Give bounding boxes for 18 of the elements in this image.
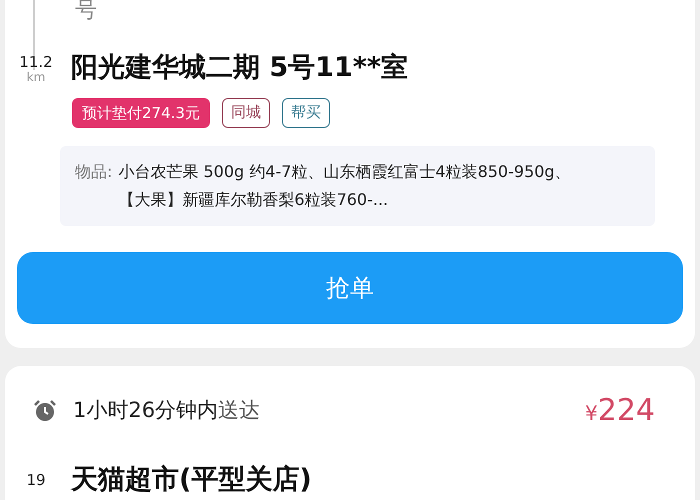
distance-unit: km bbox=[26, 70, 46, 84]
grab-order-button[interactable]: 抢单 bbox=[17, 252, 683, 324]
delivery-suffix: 送达 bbox=[218, 397, 260, 424]
tag: 帮买 bbox=[282, 98, 330, 128]
distance-value: 11.2 bbox=[19, 54, 53, 70]
alarm-clock-icon bbox=[33, 399, 57, 423]
distance-value: 19 bbox=[25, 470, 47, 491]
items-text: 小台农芒果 500g 约4-7粒、山东栖霞红富士4粒装850-950g、【大果】新疆库尔勒香梨6粒装760-... bbox=[118, 161, 572, 211]
advance-payment-tag: 预计垫付274.3元 bbox=[72, 98, 210, 128]
currency-symbol: ¥ bbox=[585, 400, 598, 427]
items-label: 物品: bbox=[75, 161, 112, 183]
price-value: 224 bbox=[598, 394, 655, 428]
shop-title: 天猫超市(平型关店) bbox=[71, 463, 312, 497]
tag: 同城 bbox=[222, 98, 270, 128]
delivery-time: 1小时26分钟内 bbox=[73, 397, 218, 424]
address-title: 阳光建华城二期 5号11**室 bbox=[71, 51, 408, 85]
route-line bbox=[33, 0, 35, 70]
address-text: 号 bbox=[75, 0, 97, 25]
